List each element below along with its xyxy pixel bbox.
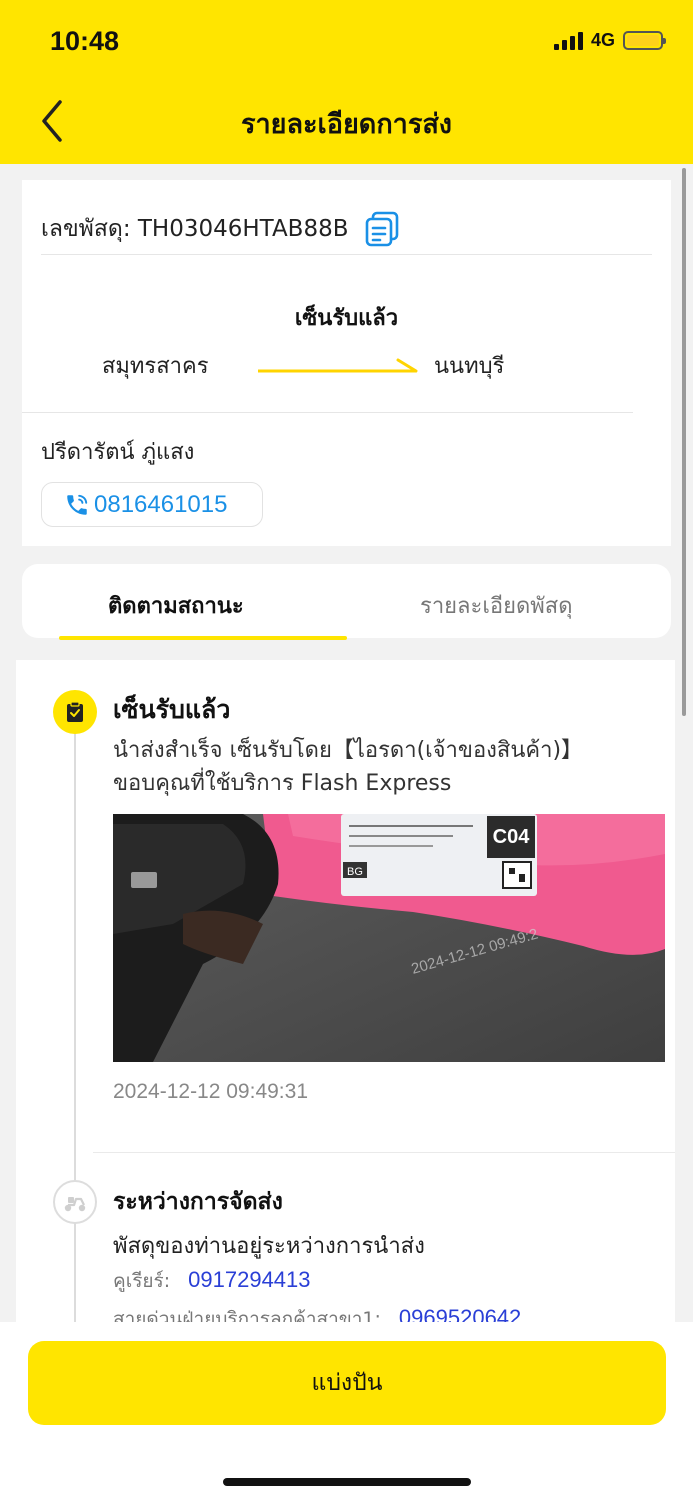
- timeline-node-in-transit: [53, 1180, 97, 1224]
- service-hotline-label: สายด่วนฝ่ายบริการลูกค้าสาขา1:: [113, 1308, 381, 1322]
- timeline-node-signed: [53, 690, 97, 734]
- delivery-photo-image: C04 BG 2024-12-12 09:49:2: [113, 814, 665, 1062]
- parcel-summary-card: เลขพัสดุ: TH03046HTAB88B เซ็นรับแล้ว สมุ…: [22, 180, 671, 546]
- event-description: นำส่งสำเร็จ เซ็นรับโดย【ไอรดา(เจ้าของสินค…: [113, 738, 584, 796]
- phone-icon: [67, 494, 88, 515]
- tracking-number: เลขพัสดุ: TH03046HTAB88B: [41, 216, 349, 242]
- event-title: ระหว่างการจัดส่ง: [113, 1189, 283, 1215]
- event-description: พัสดุของท่านอยู่ระหว่างการนำส่ง: [113, 1234, 425, 1259]
- tab-tracking-status[interactable]: ติดตามสถานะ: [108, 588, 244, 623]
- delivery-status: เซ็นรับแล้ว: [294, 306, 399, 331]
- parcel-label-tag: BG: [347, 866, 363, 878]
- event-timestamp: 2024-12-12 09:49:31: [113, 1080, 308, 1103]
- scooter-icon: [64, 1197, 86, 1212]
- scrollbar[interactable]: [682, 168, 686, 716]
- active-tab-indicator: [59, 636, 347, 640]
- origin-city: สมุทรสาคร: [102, 354, 209, 379]
- recipient-name: ปรีดารัตน์ ภู่แสง: [41, 440, 195, 465]
- parcel-label-code: C04: [493, 826, 531, 848]
- status-time: 10:48: [50, 26, 120, 56]
- courier-label: คูเรียร์:: [113, 1270, 171, 1292]
- divider: [93, 1152, 675, 1153]
- tab-parcel-details[interactable]: รายละเอียดพัสดุ: [420, 588, 573, 623]
- bottom-bar: แบ่งปัน: [0, 1322, 693, 1500]
- network-type: 4G: [590, 30, 615, 50]
- signal-icon: [553, 31, 583, 50]
- share-button[interactable]: แบ่งปัน: [28, 1341, 666, 1425]
- route-arrow-icon: [258, 358, 418, 373]
- courier-phone-link[interactable]: 0917294413: [188, 1267, 310, 1293]
- destination-city: นนทบุรี: [434, 354, 505, 379]
- tracking-timeline: เซ็นรับแล้ว นำส่งสำเร็จ เซ็นรับโดย【ไอรดา…: [16, 660, 675, 1322]
- battery-icon: [623, 31, 666, 50]
- copy-icon[interactable]: [363, 210, 401, 248]
- status-indicators: 4G: [553, 30, 666, 51]
- home-indicator[interactable]: [223, 1478, 471, 1486]
- header-bar: 10:48 4G รายละเอียดการส่ง: [0, 0, 693, 164]
- timeline-line: [74, 708, 76, 1322]
- page-title: รายละเอียดการส่ง: [240, 109, 452, 140]
- courier-row: คูเรียร์: 0917294413: [113, 1266, 311, 1296]
- event-title: เซ็นรับแล้ว: [113, 695, 231, 724]
- recipient-phone: 0816461015: [94, 490, 228, 518]
- service-hotline-row: สายด่วนฝ่ายบริการลูกค้าสาขา1: 0969520642: [113, 1304, 521, 1322]
- tracking-row: เลขพัสดุ: TH03046HTAB88B: [41, 210, 401, 248]
- tab-bar: ติดตามสถานะ รายละเอียดพัสดุ: [22, 564, 671, 640]
- call-recipient-button[interactable]: 0816461015: [41, 482, 263, 527]
- divider: [22, 412, 633, 413]
- service-hotline-link[interactable]: 0969520642: [399, 1305, 521, 1322]
- proof-of-delivery-photo[interactable]: C04 BG 2024-12-12 09:49:2: [113, 814, 665, 1062]
- clipboard-check-icon: [67, 701, 83, 722]
- divider: [41, 254, 652, 255]
